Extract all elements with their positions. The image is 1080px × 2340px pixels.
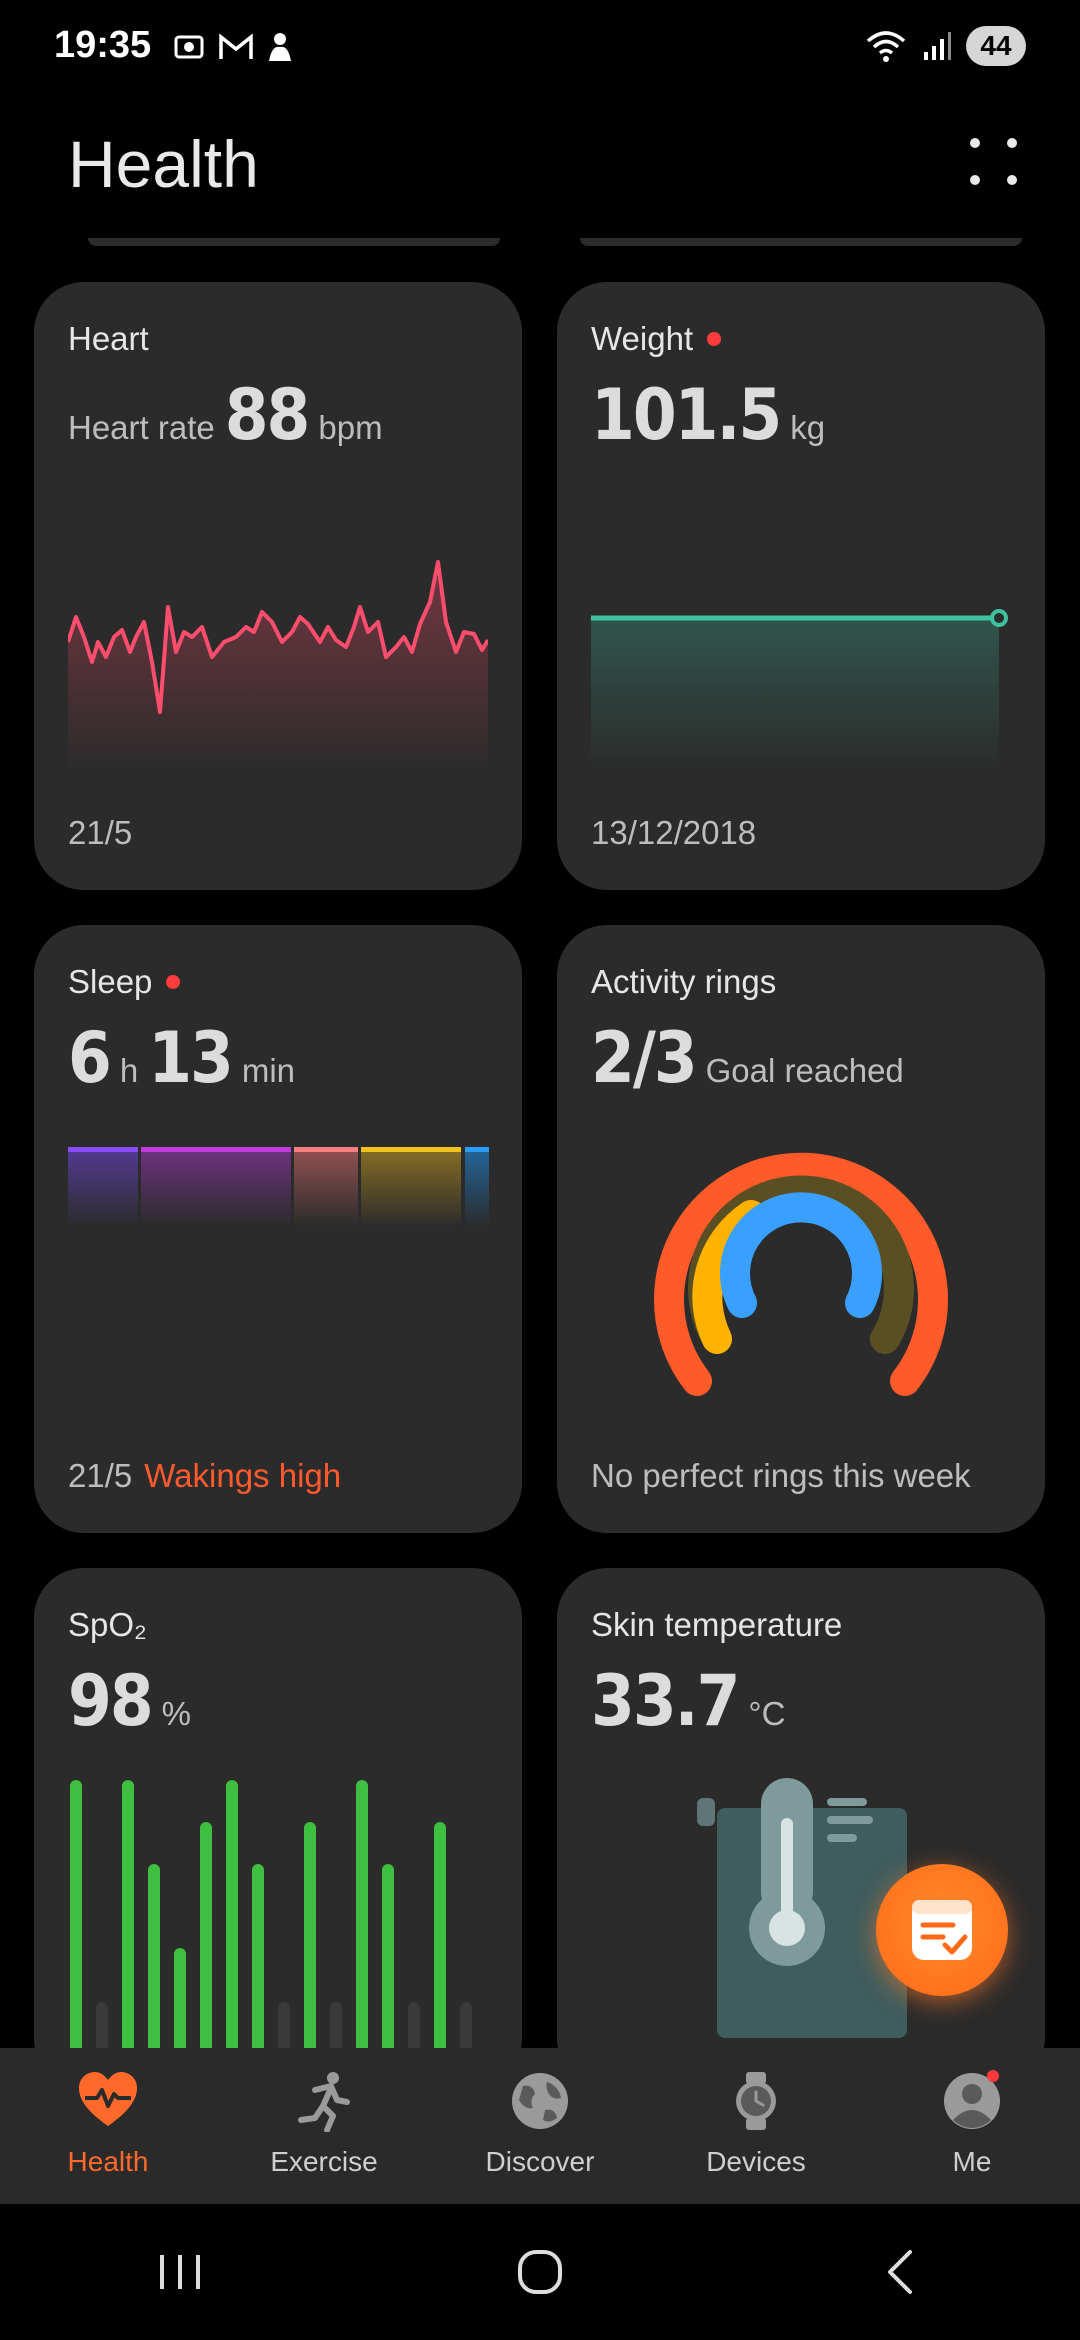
nav-health[interactable]: Health	[8, 2048, 208, 2204]
heart-card[interactable]: Heart Heart rate 88 bpm 21/5	[34, 282, 522, 890]
dot-icon	[970, 175, 980, 185]
globe-icon	[512, 2073, 568, 2129]
signal-icon	[924, 32, 951, 60]
status-icons	[172, 30, 294, 64]
dot-icon	[970, 138, 980, 148]
person-icon	[269, 33, 291, 61]
nav-label: Devices	[706, 2146, 806, 2177]
page-title: Health	[68, 127, 259, 201]
scrolled-card-edge	[580, 238, 1022, 246]
activity-footer: No perfect rings this week	[591, 1457, 971, 1495]
nav-label: Health	[67, 2146, 149, 2177]
weight-number: 101.5	[591, 374, 782, 456]
nav-me[interactable]: Me	[872, 2048, 1072, 2204]
sleep-value: 6 h 13 min	[68, 1017, 295, 1099]
nav-label: Exercise	[270, 2146, 378, 2177]
spo2-unit: %	[161, 1695, 191, 1732]
nav-devices[interactable]: Devices	[656, 2048, 856, 2204]
card-title: Heart	[68, 320, 149, 357]
sleep-minutes: 13	[148, 1017, 234, 1099]
notification-dot-icon	[707, 332, 722, 346]
sleep-hours-unit: h	[119, 1052, 139, 1089]
scrolled-card-edge	[88, 238, 500, 246]
nav-exercise[interactable]: Exercise	[224, 2048, 424, 2204]
card-title: Skin temperature	[591, 1606, 843, 1643]
activity-value: 2/3 Goal reached	[591, 1017, 904, 1099]
skin-temp-value: 33.7 °C	[591, 1660, 785, 1742]
card-title: Sleep	[68, 963, 181, 1001]
skin-temperature-card[interactable]: Skin temperature 33.7 °C	[557, 1568, 1045, 2088]
heart-rate-unit: bpm	[318, 409, 383, 446]
bottom-navigation: Health Exercise Discover Devices Me	[0, 2048, 1080, 2204]
skin-temp-unit: °C	[748, 1695, 786, 1732]
activity-rings-card[interactable]: Activity rings 2/3 Goal reached No perfe…	[557, 925, 1045, 1533]
activity-goals-count: 2/3	[591, 1017, 698, 1099]
more-options-button[interactable]	[970, 138, 1022, 190]
heart-date-text: 21/5	[68, 814, 133, 851]
sleep-footer: 21/5 Wakings high	[68, 1457, 341, 1495]
profile-avatar-icon	[944, 2070, 1000, 2129]
running-person-icon	[298, 2072, 350, 2132]
spo2-card[interactable]: SpO₂ 98 %	[34, 1568, 522, 2088]
spo2-chart	[70, 1780, 472, 2088]
back-icon[interactable]	[870, 2242, 930, 2302]
weight-card[interactable]: Weight 101.5 kg 13/12/2018	[557, 282, 1045, 890]
status-right: 44	[864, 26, 1026, 66]
dot-icon	[1007, 175, 1017, 185]
heart-rate-number: 88	[224, 374, 311, 456]
status-time: 19:35	[54, 24, 152, 66]
recent-apps-icon[interactable]	[150, 2247, 210, 2297]
sleep-title: Sleep	[68, 963, 153, 1000]
card-title: Weight	[591, 320, 722, 358]
battery-indicator: 44	[966, 26, 1026, 66]
nav-label: Discover	[485, 2146, 595, 2177]
sleep-stages-chart	[68, 1147, 489, 1227]
card-title: SpO₂	[68, 1606, 147, 1643]
add-record-button[interactable]	[876, 1864, 1008, 1996]
sleep-minutes-unit: min	[241, 1052, 296, 1089]
heart-rate-value: Heart rate 88 bpm	[68, 374, 383, 456]
spo2-value: 98 %	[68, 1660, 191, 1742]
skin-temp-number: 33.7	[591, 1660, 740, 1742]
watch-icon	[736, 2072, 776, 2130]
dot-icon	[1007, 138, 1017, 148]
weight-date-text: 13/12/2018	[591, 814, 757, 851]
weight-value: 101.5 kg	[591, 374, 825, 456]
weight-chart	[591, 609, 1008, 772]
gmail-icon	[219, 33, 253, 59]
home-icon[interactable]	[510, 2242, 570, 2302]
weight-date: 13/12/2018	[591, 814, 756, 852]
activity-goals-label: Goal reached	[705, 1052, 904, 1089]
sleep-card[interactable]: Sleep 6 h 13 min 21/5 Wakings high	[34, 925, 522, 1533]
heart-rate-label: Heart rate	[68, 409, 215, 446]
system-navigation-bar	[0, 2204, 1080, 2340]
sleep-hours: 6	[68, 1017, 112, 1099]
activity-footer-text: No perfect rings this week	[591, 1457, 971, 1494]
weight-title: Weight	[591, 320, 694, 357]
wifi-icon	[866, 31, 906, 62]
sleep-date: 21/5	[68, 1457, 133, 1494]
heart-rate-chart	[68, 560, 488, 772]
nav-label: Me	[952, 2146, 992, 2177]
heart-date: 21/5	[68, 814, 132, 852]
weight-unit: kg	[790, 409, 826, 446]
nav-discover[interactable]: Discover	[440, 2048, 640, 2204]
card-title: Activity rings	[591, 963, 777, 1000]
spo2-number: 98	[68, 1660, 154, 1742]
screenshot-icon	[174, 35, 204, 59]
notepad-check-icon	[912, 1900, 972, 1960]
activity-rings-icon	[654, 1152, 948, 1396]
heart-pulse-icon	[79, 2072, 137, 2126]
sleep-warning: Wakings high	[144, 1457, 342, 1494]
notification-dot-icon	[166, 975, 181, 989]
